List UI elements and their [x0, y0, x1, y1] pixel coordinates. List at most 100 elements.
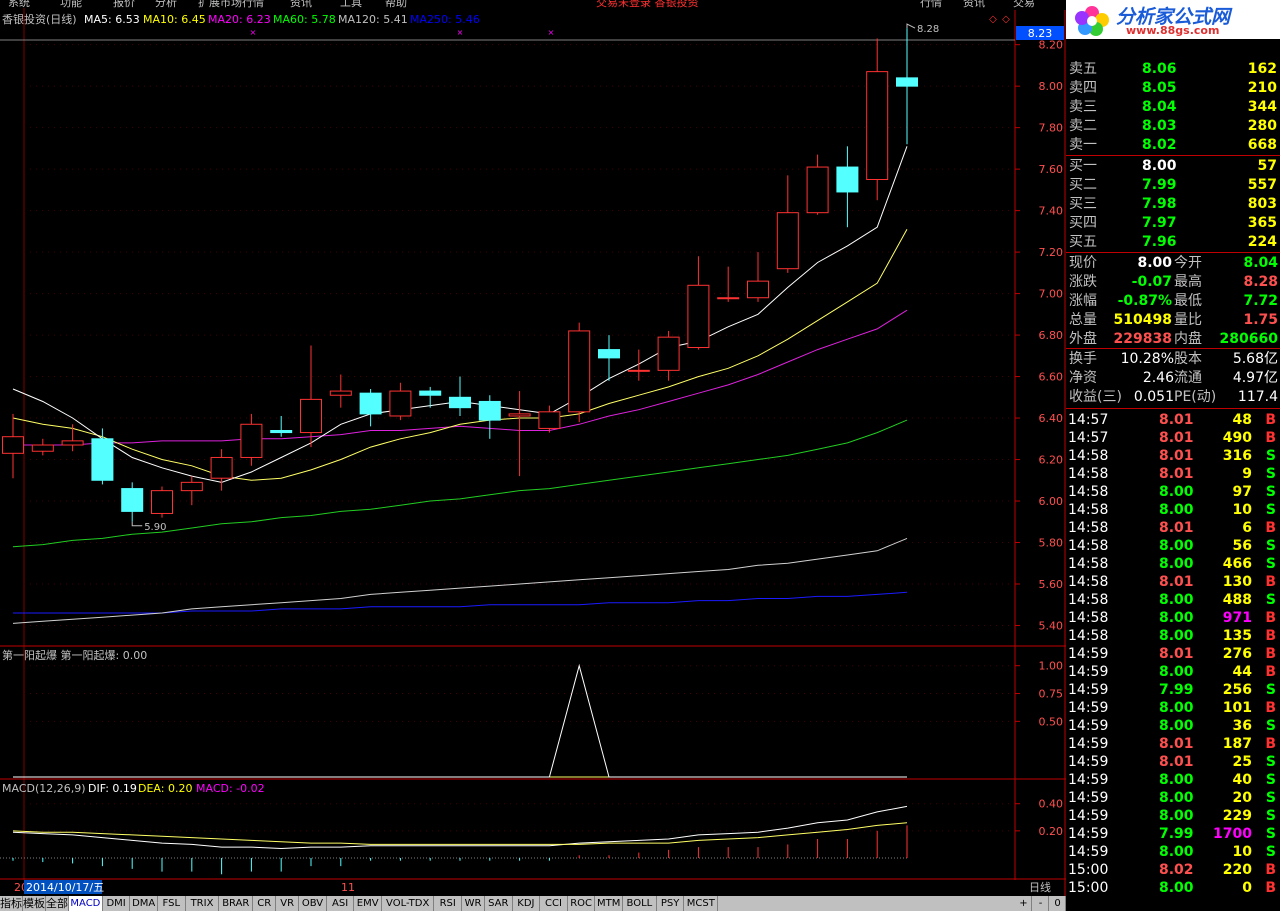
indicator-tab-cci[interactable]: CCI — [540, 896, 568, 911]
menu-item-7[interactable]: 帮助 — [385, 0, 407, 8]
tick-time: 14:57 — [1068, 412, 1109, 428]
indicator-tab-全部[interactable]: 全部 — [46, 896, 69, 911]
menu-item-4[interactable]: 扩展市场行情 — [198, 0, 264, 8]
tick-row: 14:59 8.00 36 S — [1066, 717, 1280, 735]
buy-row: 买五 7.96 224 — [1066, 233, 1280, 251]
sell-price: 8.02 — [1142, 137, 1177, 153]
sell-row: 卖三 8.04 344 — [1066, 98, 1280, 116]
tick-time: 14:59 — [1068, 736, 1109, 752]
indicator-tab-模板[interactable]: 模板 — [23, 896, 46, 911]
price-tick-label: 5.80 — [1039, 537, 1064, 550]
menu-item-1[interactable]: 功能 — [60, 0, 82, 8]
indicator-tab-rsi[interactable]: RSI — [434, 896, 462, 911]
indicator-tab-sar[interactable]: SAR — [485, 896, 513, 911]
indicator-tab-asi[interactable]: ASI — [327, 896, 355, 911]
price-tick-label: 7.80 — [1039, 122, 1064, 135]
stats-row: 涨幅 -0.87% 最低 7.72 — [1066, 292, 1280, 310]
menu-item-6[interactable]: 工具 — [340, 0, 362, 8]
tick-side: S — [1265, 790, 1276, 806]
stat-label: 最高 — [1174, 274, 1202, 290]
indicator-tab-trix[interactable]: TRIX — [186, 896, 220, 911]
indicator-tab-dma[interactable]: DMA — [130, 896, 158, 911]
tick-side: S — [1265, 448, 1276, 464]
cursor-date-label: 2014/10/17/五 — [26, 881, 104, 894]
price-tick-label: 5.60 — [1039, 578, 1064, 591]
tick-price: 8.00 — [1159, 700, 1194, 716]
tick-time: 14:58 — [1068, 448, 1109, 464]
tick-volume: 10 — [1232, 502, 1252, 518]
tick-side: S — [1265, 808, 1276, 824]
indicator-tab-vr[interactable]: VR — [276, 896, 300, 911]
price-tick-label: 7.00 — [1039, 288, 1064, 301]
site-logo: 分析家公式网 www.88gs.com — [1066, 0, 1280, 39]
indicator-tab-brar[interactable]: BRAR — [219, 896, 254, 911]
indicator-tab-dmi[interactable]: DMI — [103, 896, 131, 911]
tick-price: 8.00 — [1159, 718, 1194, 734]
zoom-button-1[interactable]: - — [1033, 896, 1049, 911]
fundamentals-row: 换手 10.28% 股本 5.68亿 — [1066, 350, 1280, 368]
indicator-tab-指标[interactable]: 指标 — [0, 896, 23, 911]
tick-volume: 971 — [1222, 610, 1252, 626]
high-marker-icon — [906, 23, 916, 29]
ind1-tick-label: 0.50 — [1039, 715, 1064, 728]
tick-volume: 97 — [1232, 484, 1252, 500]
indicator-tab-psy[interactable]: PSY — [657, 896, 685, 911]
zoom-button-2[interactable]: 0 — [1050, 896, 1066, 911]
candle-5 — [151, 486, 173, 518]
indicator-tab-macd[interactable]: MACD — [69, 896, 103, 911]
price-tick-label: 7.40 — [1039, 205, 1064, 218]
menu-item-0[interactable]: 系统 — [8, 0, 30, 8]
tick-row: 14:59 8.01 276 B — [1066, 645, 1280, 663]
indicator-tab-kdj[interactable]: KDJ — [513, 896, 541, 911]
tick-row: 14:59 8.00 229 S — [1066, 807, 1280, 825]
tick-volume: 256 — [1222, 682, 1252, 698]
tick-time: 14:58 — [1068, 466, 1109, 482]
tick-price: 7.99 — [1159, 826, 1194, 842]
indicator-tab-mcst[interactable]: MCST — [684, 896, 719, 911]
zoom-button-0[interactable]: + — [1016, 896, 1032, 911]
indicator-tab-emv[interactable]: EMV — [354, 896, 382, 911]
fund-label: 股本 — [1174, 351, 1202, 367]
dif-line — [12, 805, 908, 850]
indicator-tab-cr[interactable]: CR — [253, 896, 277, 911]
menu-item-5[interactable]: 资讯 — [290, 0, 312, 8]
tick-row: 14:59 8.00 44 B — [1066, 663, 1280, 681]
kline-chart[interactable]: 香银投资(日线) MA5: 6.53 MA10: 6.45 MA20: 6.23 MA6… — [0, 0, 1066, 911]
tick-volume: 466 — [1222, 556, 1252, 572]
quote-separator — [1066, 155, 1280, 156]
tick-time: 14:59 — [1068, 718, 1109, 734]
marker-cross-icon: × — [250, 28, 257, 37]
tick-price: 8.00 — [1159, 502, 1194, 518]
tick-row: 14:57 8.01 48 B — [1066, 411, 1280, 429]
menu-item-2[interactable]: 报价 — [113, 0, 135, 8]
indicator-tab-roc[interactable]: ROC — [568, 896, 596, 911]
sell-label: 卖四 — [1069, 80, 1097, 96]
sell-volume: 280 — [1247, 118, 1277, 134]
indicator-tab-vol-tdx[interactable]: VOL-TDX — [382, 896, 435, 911]
indicator-tab-mtm[interactable]: MTM — [595, 896, 623, 911]
tick-side: S — [1265, 484, 1276, 500]
top-tab-0[interactable]: 行情 — [920, 0, 942, 8]
indicator-tab-obv[interactable]: OBV — [299, 896, 327, 911]
tick-time: 14:59 — [1068, 790, 1109, 806]
top-tab-2[interactable]: 交易 — [1013, 0, 1035, 8]
tick-side: B — [1265, 520, 1276, 536]
price-tick-label: 5.40 — [1039, 619, 1064, 632]
indicator-tab-boll[interactable]: BOLL — [623, 896, 657, 911]
indicator-tab-wr[interactable]: WR — [462, 896, 485, 911]
menu-item-3[interactable]: 分析 — [155, 0, 177, 8]
stats-row: 涨跌 -0.07 最高 8.28 — [1066, 273, 1280, 291]
ma-label-2: MA20: 6.23 — [208, 13, 271, 26]
top-tab-1[interactable]: 资讯 — [963, 0, 985, 8]
candle-15 — [449, 376, 471, 416]
candle-17 — [508, 391, 531, 477]
logo-url: www.88gs.com — [1126, 24, 1220, 37]
tick-row: 14:59 8.01 25 S — [1066, 753, 1280, 771]
tick-time: 14:59 — [1068, 754, 1109, 770]
candle-body — [747, 280, 769, 299]
fundamentals-row: 收益(三) 0.051 PE(动) 117.4 — [1066, 388, 1280, 406]
indicator-tab-fsl[interactable]: FSL — [158, 896, 186, 911]
tick-time: 14:59 — [1068, 700, 1109, 716]
tick-price: 8.01 — [1159, 520, 1194, 536]
ma-label-4: MA120: 5.41 — [338, 13, 408, 26]
